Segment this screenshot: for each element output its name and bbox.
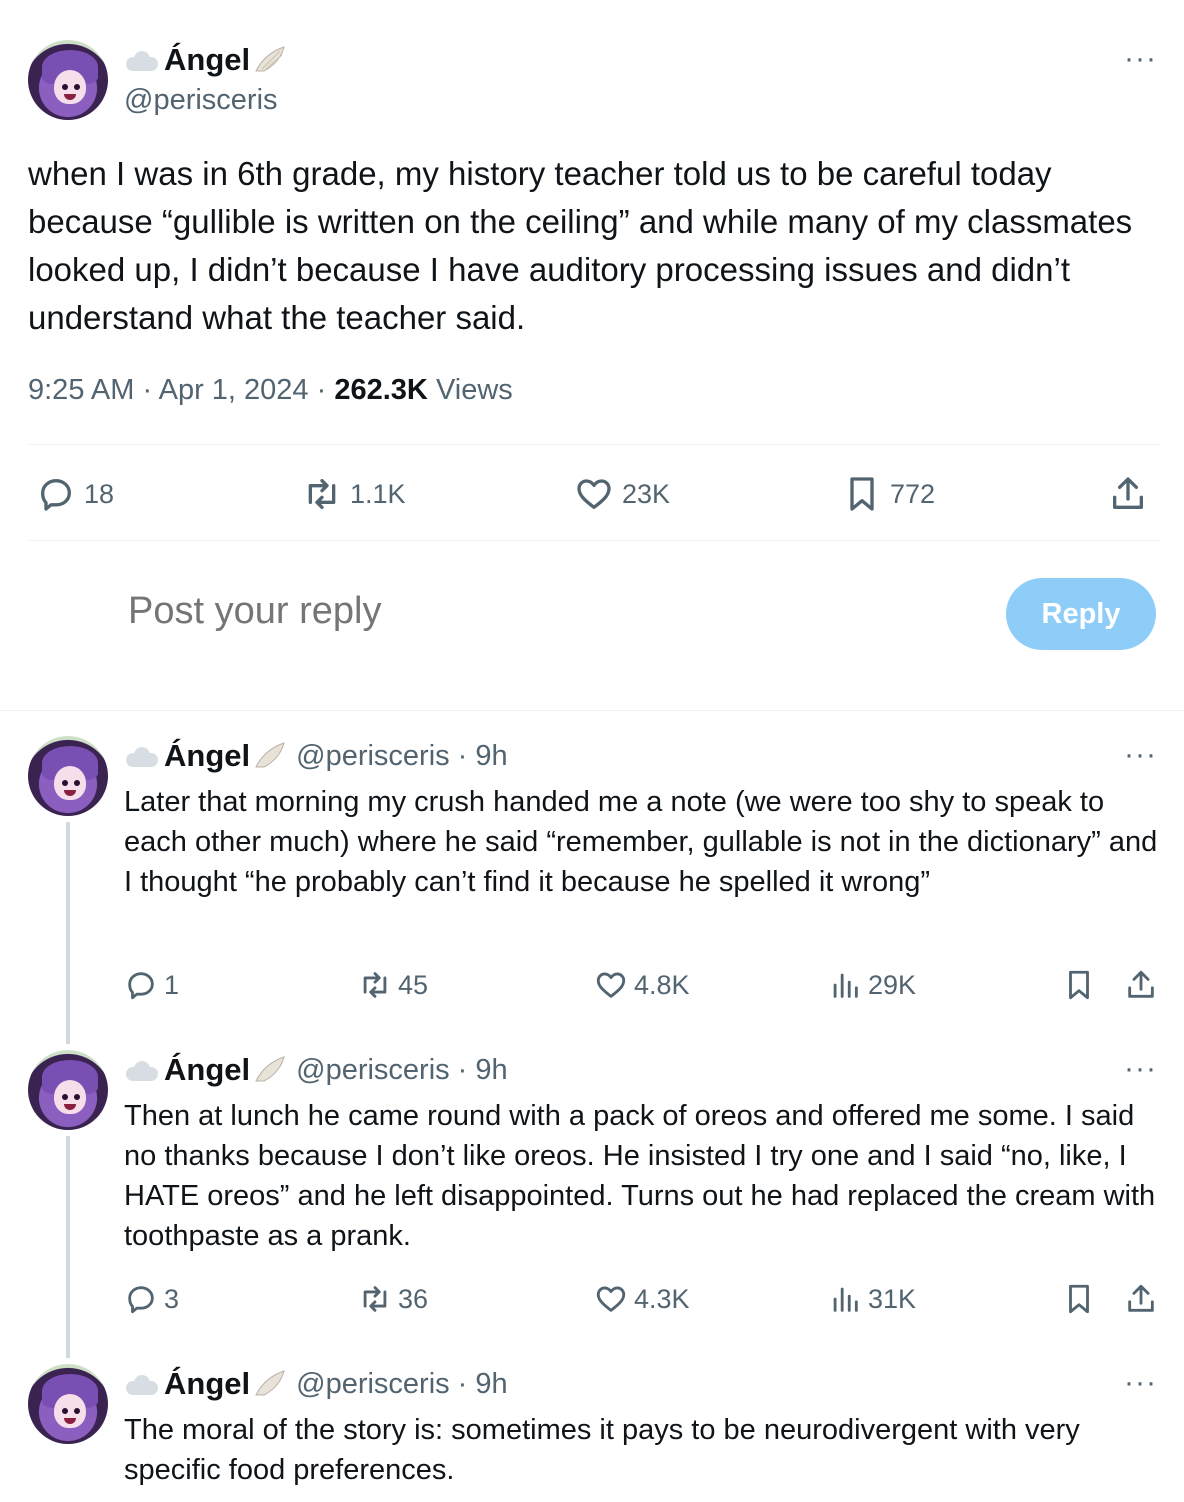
bookmark-icon	[1069, 970, 1089, 1000]
author-name-row[interactable]: Ángel @perisceris · 9h	[124, 738, 508, 774]
reply-button[interactable]: 3	[124, 1282, 179, 1316]
wing-icon	[255, 742, 285, 768]
author-avatar[interactable]	[28, 1050, 108, 1130]
reply-submit-button[interactable]: Reply	[1006, 578, 1156, 650]
reply-text: Later that morning my crush handed me a …	[124, 786, 1158, 898]
bookmark-icon	[850, 477, 874, 511]
share-icon	[1113, 477, 1143, 509]
reply-text: Then at lunch he came round with a pack …	[124, 1100, 1156, 1252]
cloud-icon	[124, 745, 160, 767]
like-button[interactable]: 23K	[574, 474, 670, 514]
repost-button[interactable]: 1.1K	[302, 474, 406, 514]
heart-icon	[577, 479, 611, 509]
post-text: when I was in 6th grade, my history teac…	[28, 155, 1133, 336]
repost-icon	[363, 972, 387, 998]
cloud-icon	[124, 1059, 160, 1081]
author-handle[interactable]: @perisceris	[124, 84, 278, 117]
wing-icon	[255, 46, 285, 72]
author-name-row[interactable]: Ángel	[124, 42, 286, 78]
post-time[interactable]: · 9h	[458, 1054, 508, 1087]
post-meta: 9:25 AM · Apr 1, 2024 · 262.3K Views	[28, 374, 513, 406]
wing-icon	[255, 1370, 285, 1396]
thread-connector	[66, 1136, 70, 1358]
author-avatar[interactable]	[28, 40, 108, 120]
share-button[interactable]	[1124, 1282, 1164, 1316]
analytics-icon	[833, 973, 858, 998]
divider	[28, 444, 1160, 445]
like-button[interactable]: 4.3K	[594, 1282, 690, 1316]
more-options-icon[interactable]: ···	[1124, 740, 1157, 770]
bookmark-button[interactable]: 772	[842, 474, 935, 514]
author-name-row[interactable]: Ángel @perisceris · 9h	[124, 1052, 508, 1088]
reply-button[interactable]: 18	[36, 474, 114, 514]
author-avatar[interactable]	[28, 736, 108, 816]
heart-icon	[596, 972, 626, 998]
views-button[interactable]: 29K	[828, 968, 916, 1002]
author-avatar[interactable]	[28, 1364, 108, 1444]
divider	[28, 540, 1160, 541]
bookmark-button[interactable]	[1062, 1282, 1102, 1316]
author-handle[interactable]: @perisceris	[296, 740, 450, 773]
share-icon	[1128, 1284, 1154, 1312]
views-button[interactable]: 31K	[828, 1282, 916, 1316]
views-label: Views	[435, 374, 513, 406]
reply-icon	[128, 972, 154, 1000]
share-button[interactable]	[1124, 968, 1164, 1002]
bookmark-icon	[1069, 1284, 1089, 1314]
reply-button[interactable]: 1	[124, 968, 179, 1002]
repost-button[interactable]: 36	[358, 1282, 428, 1316]
more-options-icon[interactable]: ···	[1124, 44, 1157, 74]
more-options-icon[interactable]: ···	[1124, 1368, 1157, 1398]
thread-connector	[66, 822, 70, 1044]
post-date[interactable]: Apr 1, 2024	[159, 374, 309, 406]
cloud-icon	[124, 49, 160, 71]
reply-icon	[128, 1286, 154, 1314]
bookmark-button[interactable]	[1062, 968, 1102, 1002]
author-display-name[interactable]: Ángel	[164, 42, 250, 78]
more-options-icon[interactable]: ···	[1124, 1054, 1157, 1084]
author-handle[interactable]: @perisceris	[296, 1368, 450, 1401]
post-time[interactable]: · 9h	[458, 1368, 508, 1401]
post-time[interactable]: 9:25 AM	[28, 374, 134, 406]
repost-icon	[308, 479, 336, 509]
share-button[interactable]	[1108, 474, 1156, 514]
like-button[interactable]: 4.8K	[594, 968, 690, 1002]
repost-icon	[363, 1286, 387, 1312]
post-time[interactable]: · 9h	[458, 740, 508, 773]
repost-button[interactable]: 45	[358, 968, 428, 1002]
reply-input[interactable]	[128, 590, 928, 633]
reply-icon	[41, 479, 72, 511]
cloud-icon	[124, 1373, 160, 1395]
divider	[0, 710, 1184, 711]
analytics-icon	[833, 1287, 858, 1312]
reply-text: The moral of the story is: sometimes it …	[124, 1414, 1080, 1486]
author-name-row[interactable]: Ángel @perisceris · 9h	[124, 1366, 508, 1402]
wing-icon	[255, 1056, 285, 1082]
author-handle[interactable]: @perisceris	[296, 1054, 450, 1087]
heart-icon	[596, 1286, 626, 1312]
views-count: 262.3K	[334, 374, 428, 406]
share-icon	[1128, 970, 1154, 998]
